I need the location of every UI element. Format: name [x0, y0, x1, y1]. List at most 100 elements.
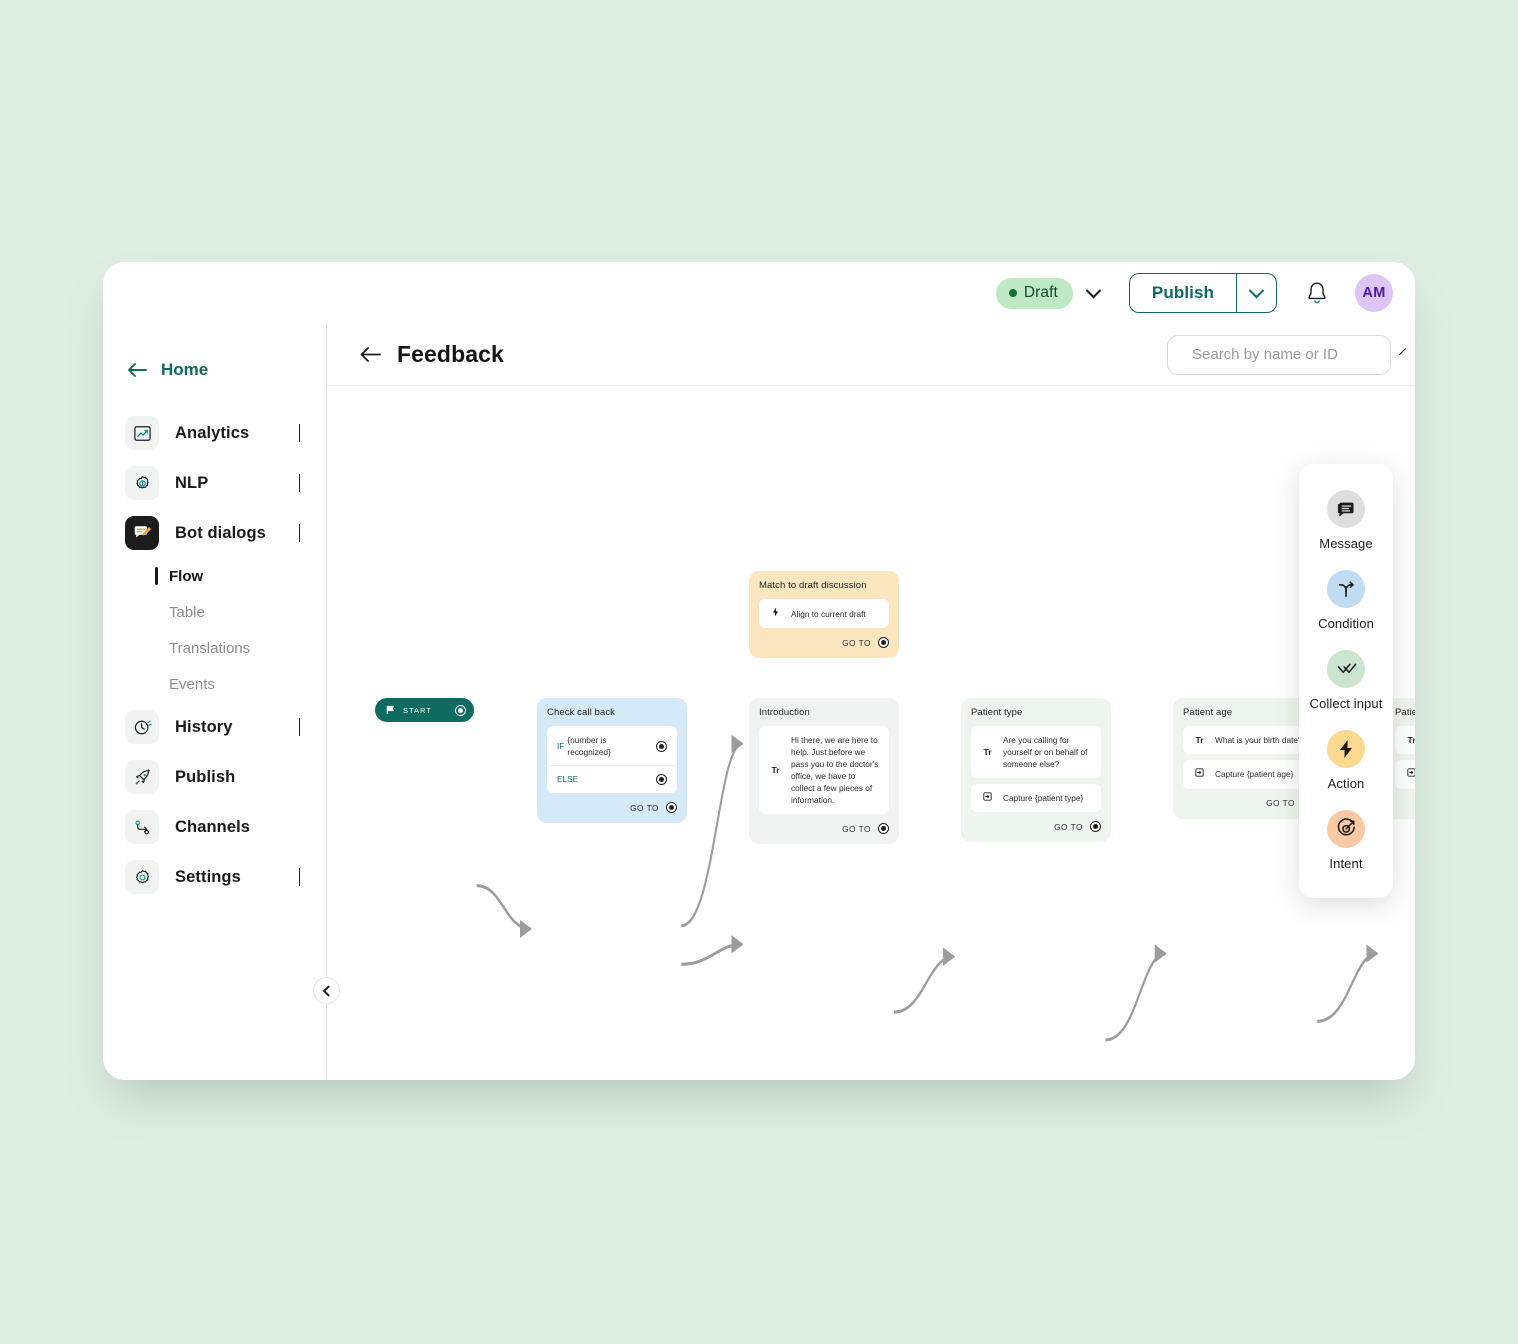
status-badge[interactable]: Draft [995, 277, 1073, 309]
node-condition-row-if[interactable]: IF {number is recognized} [548, 727, 676, 765]
sidebar-item-channels[interactable]: Channels [103, 802, 326, 852]
arrow-left-icon [128, 363, 147, 377]
node-goto[interactable]: GO TO [1395, 798, 1415, 809]
rocket-icon [125, 760, 159, 794]
node-row[interactable]: Tr Hi there, we are here to help. Just b… [760, 727, 888, 813]
status-label: Draft [1023, 283, 1058, 301]
sidebar-subitem-table[interactable]: Table [103, 594, 326, 630]
sidebar-item-history[interactable]: History [103, 702, 326, 752]
sidebar-item-nlp[interactable]: NLP [103, 458, 326, 508]
node-goto[interactable]: GO TO [547, 802, 677, 814]
chevron-down-icon[interactable] [1398, 348, 1407, 356]
node-row[interactable]: Tr Are you calling for yourself or on be… [972, 727, 1100, 777]
palette-item-condition[interactable]: Condition [1299, 566, 1393, 640]
sidebar-item-analytics[interactable]: Analytics [103, 408, 326, 458]
palette-item-collect-input[interactable]: Collect input [1299, 646, 1393, 720]
sidebar-item-bot-dialogs[interactable]: Bot dialogs [103, 508, 326, 558]
node-condition-row-else[interactable]: ELSE [548, 765, 676, 792]
node-row[interactable]: Tr What is your birth date? [1184, 727, 1312, 753]
chevron-down-icon[interactable] [299, 474, 300, 492]
node-goto-label: GO TO [842, 823, 871, 834]
node-title: Introduction [759, 707, 810, 718]
node-goto-label: GO TO [842, 637, 871, 648]
top-bar: Draft Publish AM [103, 262, 1415, 324]
text-tr-icon: Tr [771, 764, 780, 775]
sidebar-label: History [175, 717, 233, 736]
condition-if-label: IF [557, 741, 565, 751]
sidebar-sublabel: Events [169, 675, 215, 693]
search-input[interactable] [1192, 346, 1391, 363]
node-output-port[interactable] [878, 823, 889, 835]
sidebar-item-settings[interactable]: Settings [103, 852, 326, 902]
flow-node-check-call-back[interactable]: Check call back IF {number is recognized… [537, 698, 687, 824]
capture-input-icon [981, 792, 994, 804]
node-goto[interactable]: GO TO [759, 823, 889, 835]
arrow-left-icon[interactable] [359, 347, 381, 362]
node-goto[interactable]: GO TO [1183, 797, 1313, 809]
sidebar-collapse-button[interactable] [313, 977, 340, 1004]
flow-node-patient-type[interactable]: Patient type Tr Are you calling for your… [961, 698, 1111, 843]
node-row-text: Capture {patient type} [1003, 793, 1084, 804]
history-clock-icon [125, 710, 159, 744]
publish-button[interactable]: Publish [1129, 274, 1236, 312]
flow-node-introduction[interactable]: Introduction Tr Hi there, we are here to… [749, 698, 899, 845]
sidebar-item-publish[interactable]: Publish [103, 752, 326, 802]
notifications-button[interactable] [1295, 271, 1339, 315]
chevron-down-icon[interactable] [299, 868, 300, 886]
sidebar-subitem-flow[interactable]: Flow [103, 558, 326, 594]
publish-dropdown-caret[interactable] [1236, 274, 1276, 312]
page-title: Feedback [397, 341, 504, 367]
palette-item-action[interactable]: Action [1299, 726, 1393, 800]
node-goto[interactable]: GO TO [971, 821, 1101, 833]
flow-canvas[interactable]: START Match to draft discussion Align to… [327, 386, 1415, 1080]
flow-node-match-to-draft-discussion[interactable]: Match to draft discussion Align to curre… [749, 571, 899, 659]
node-output-port[interactable] [878, 637, 889, 649]
chevron-down-icon[interactable] [299, 524, 300, 542]
target-arrow-icon [1327, 809, 1365, 848]
node-body: Tr Are you calling for yourself or on be… [971, 726, 1101, 779]
node-body: Capture {patient type} [971, 784, 1101, 813]
node-body: IF {number is recognized} ELSE [547, 726, 677, 794]
nlp-gear-brain-icon [125, 466, 159, 500]
node-row[interactable]: Capture {patient name} [1396, 761, 1415, 787]
node-row[interactable]: Capture {patient age} [1184, 761, 1312, 787]
sidebar-item-home[interactable]: Home [103, 360, 326, 380]
analytics-chart-icon [125, 416, 159, 450]
palette-label: Intent [1329, 855, 1363, 871]
node-goto[interactable]: GO TO [759, 637, 889, 649]
condition-else-label: ELSE [557, 774, 579, 785]
bot-dialogs-icon [125, 516, 159, 550]
text-tr-icon: Tr [1195, 735, 1204, 745]
avatar[interactable]: AM [1355, 274, 1393, 312]
app-window: Draft Publish AM Home Analytics NLP Bot … [103, 262, 1415, 1080]
palette-item-intent[interactable]: Intent [1299, 806, 1393, 880]
node-row[interactable]: Align to current draft [760, 600, 888, 627]
flow-start-node[interactable]: START [375, 698, 474, 722]
condition-else-port[interactable] [656, 773, 667, 785]
node-row[interactable]: Tr What is your full name? [1396, 727, 1415, 753]
node-goto-label: GO TO [630, 802, 659, 813]
chevron-down-icon[interactable] [299, 424, 300, 442]
chevron-down-icon[interactable] [299, 718, 300, 736]
node-row[interactable]: Capture {patient type} [972, 785, 1100, 811]
search-box[interactable] [1167, 334, 1407, 375]
breadcrumb: Feedback [359, 341, 504, 368]
message-bubble-icon [1327, 490, 1365, 528]
condition-if-port[interactable] [656, 740, 667, 752]
main-header: Feedback [327, 324, 1415, 386]
text-tr-icon: Tr [1407, 735, 1415, 745]
node-output-port[interactable] [1090, 821, 1101, 833]
chevron-down-icon [1086, 282, 1102, 298]
sidebar: Home Analytics NLP Bot dialogs Flow Tabl… [103, 324, 340, 1080]
sidebar-subitem-events[interactable]: Events [103, 666, 326, 702]
status-dot-icon [1008, 288, 1017, 297]
channels-icon [125, 810, 159, 844]
status-dropdown-caret[interactable] [1077, 276, 1111, 310]
node-title: Match to draft discussion [759, 580, 867, 591]
node-output-port[interactable] [666, 802, 677, 814]
palette-label: Collect input [1309, 695, 1383, 711]
palette-item-message[interactable]: Message [1299, 486, 1393, 560]
node-title: Patient name [1395, 707, 1415, 718]
start-output-port[interactable] [455, 704, 466, 716]
sidebar-subitem-translations[interactable]: Translations [103, 630, 326, 666]
